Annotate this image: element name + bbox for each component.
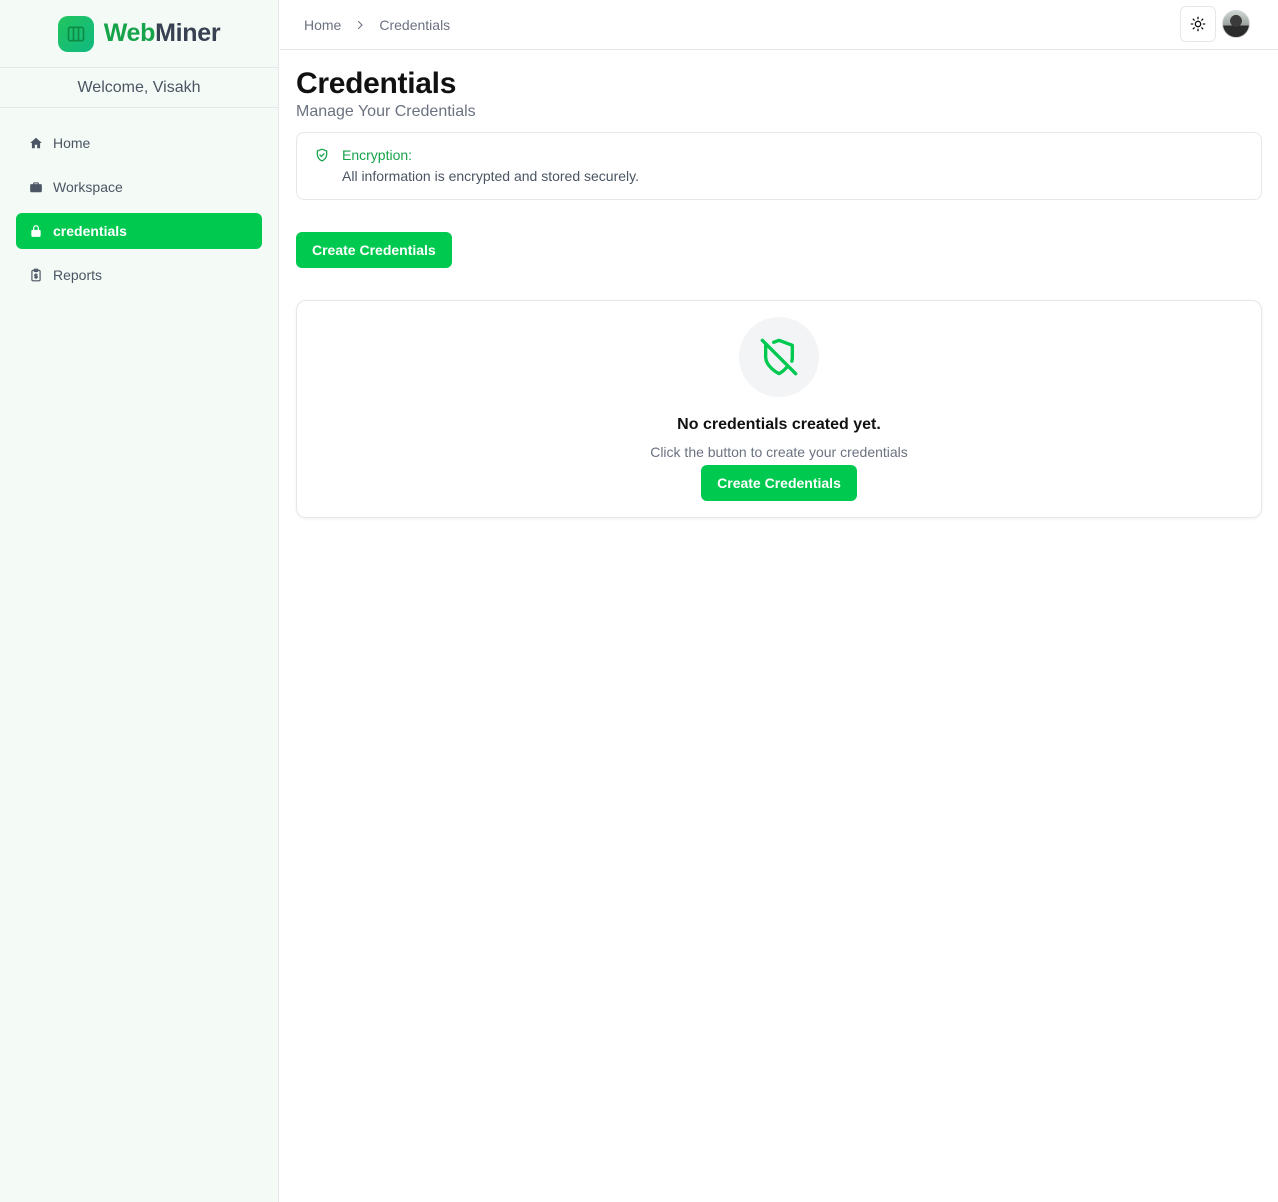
alert-text: All information is encrypted and stored … [342,168,639,184]
alert-title: Encryption: [342,147,413,163]
sun-icon [1190,16,1206,32]
top-header: Home Credentials [280,0,1278,50]
sidebar-item-label: Workspace [53,179,123,195]
header-actions [1180,6,1250,42]
empty-state-create-button[interactable]: Create Credentials [701,465,857,501]
breadcrumb-current: Credentials [379,16,451,33]
sidebar-item-label: Home [53,135,91,151]
shield-check-icon [315,148,329,167]
empty-state-subtitle: Click the button to create your credenti… [650,444,908,460]
logo-icon [57,15,94,52]
sidebar-item-home[interactable]: Home [16,125,262,161]
breadcrumb: Home Credentials [280,17,450,33]
chevron-right-icon [354,19,366,31]
shield-off-icon [760,338,798,376]
brand-name-part1: Web [103,19,156,47]
clipboard-icon [31,268,41,282]
create-credentials-button[interactable]: Create Credentials [296,232,452,268]
theme-toggle-button[interactable] [1180,6,1216,42]
avatar[interactable] [1222,10,1250,38]
sidebar: WebMiner Welcome, Visakh Home Workspace … [0,0,279,1202]
brand-name: WebMiner [104,19,221,48]
sidebar-item-label: credentials [53,223,127,239]
empty-state-card: No credentials created yet. Click the bu… [296,300,1262,518]
home-icon [30,137,42,149]
sidebar-item-workspace[interactable]: Workspace [16,169,262,205]
sidebar-item-reports[interactable]: Reports [16,257,262,293]
empty-state-title: No credentials created yet. [677,416,881,433]
sidebar-item-label: Reports [53,267,103,283]
brand[interactable]: WebMiner [0,0,278,68]
welcome-text: Welcome, Visakh [0,68,278,108]
brand-name-part2: Miner [155,19,221,47]
sidebar-item-credentials[interactable]: credentials [16,213,262,249]
briefcase-icon [30,182,42,193]
breadcrumb-home[interactable]: Home [304,17,341,33]
page-title: Credentials [296,67,457,100]
page-subtitle: Manage Your Credentials [296,103,476,120]
sidebar-nav: Home Workspace credentials Reports [0,108,278,293]
encryption-alert: Encryption: All information is encrypted… [296,132,1262,200]
lock-icon [31,225,41,237]
main-content: Credentials Manage Your Credentials Encr… [296,50,1262,518]
empty-state-icon-wrap [739,317,819,397]
